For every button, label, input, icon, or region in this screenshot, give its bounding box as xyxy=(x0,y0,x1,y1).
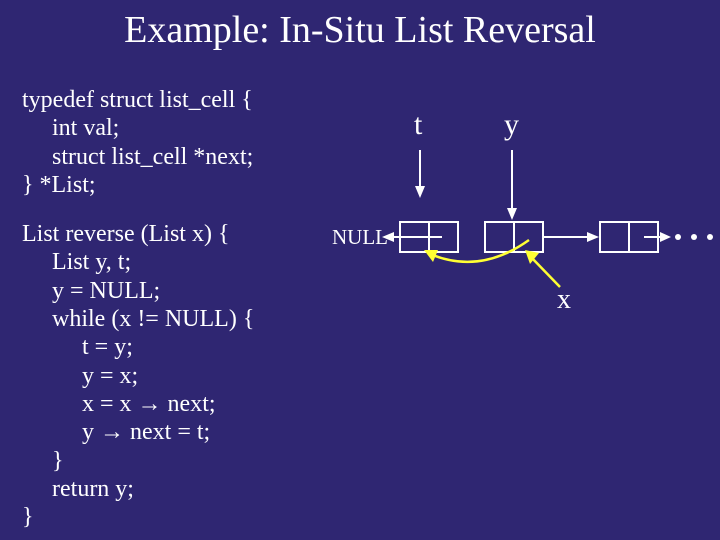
list-diagram xyxy=(330,90,720,330)
ellipsis-dot xyxy=(707,234,713,240)
code-line: y → next = t; xyxy=(22,419,210,445)
code-line: x = x → next; xyxy=(22,391,216,417)
slide-title: Example: In-Situ List Reversal xyxy=(0,8,720,52)
arrow-x xyxy=(530,256,560,287)
code-line: } *List; xyxy=(22,172,96,198)
arrow-head xyxy=(382,232,394,242)
code-line: y = NULL; xyxy=(22,278,160,304)
arrow-head xyxy=(660,232,671,242)
code-line: typedef struct list_cell { xyxy=(22,87,253,113)
ellipsis-dot xyxy=(691,234,697,240)
code-line: while (x != NULL) { xyxy=(22,306,254,332)
code-line: } xyxy=(22,504,34,530)
code-line: List y, t; xyxy=(22,249,131,275)
code-line: } xyxy=(22,448,64,474)
arrow-head xyxy=(587,232,599,242)
function-block: List reverse (List x) { List y, t; y = N… xyxy=(22,220,254,531)
typedef-block: typedef struct list_cell { int val; stru… xyxy=(22,86,253,199)
code-line: int val; xyxy=(22,115,119,141)
code-line: return y; xyxy=(22,476,134,502)
code-line: y = x; xyxy=(22,363,138,389)
code-line: List reverse (List x) { xyxy=(22,221,229,247)
code-line: t = y; xyxy=(22,334,133,360)
arrow-head xyxy=(507,208,517,220)
ellipsis-dot xyxy=(675,234,681,240)
arrow-head xyxy=(415,186,425,198)
code-line: struct list_cell *next; xyxy=(22,144,253,170)
